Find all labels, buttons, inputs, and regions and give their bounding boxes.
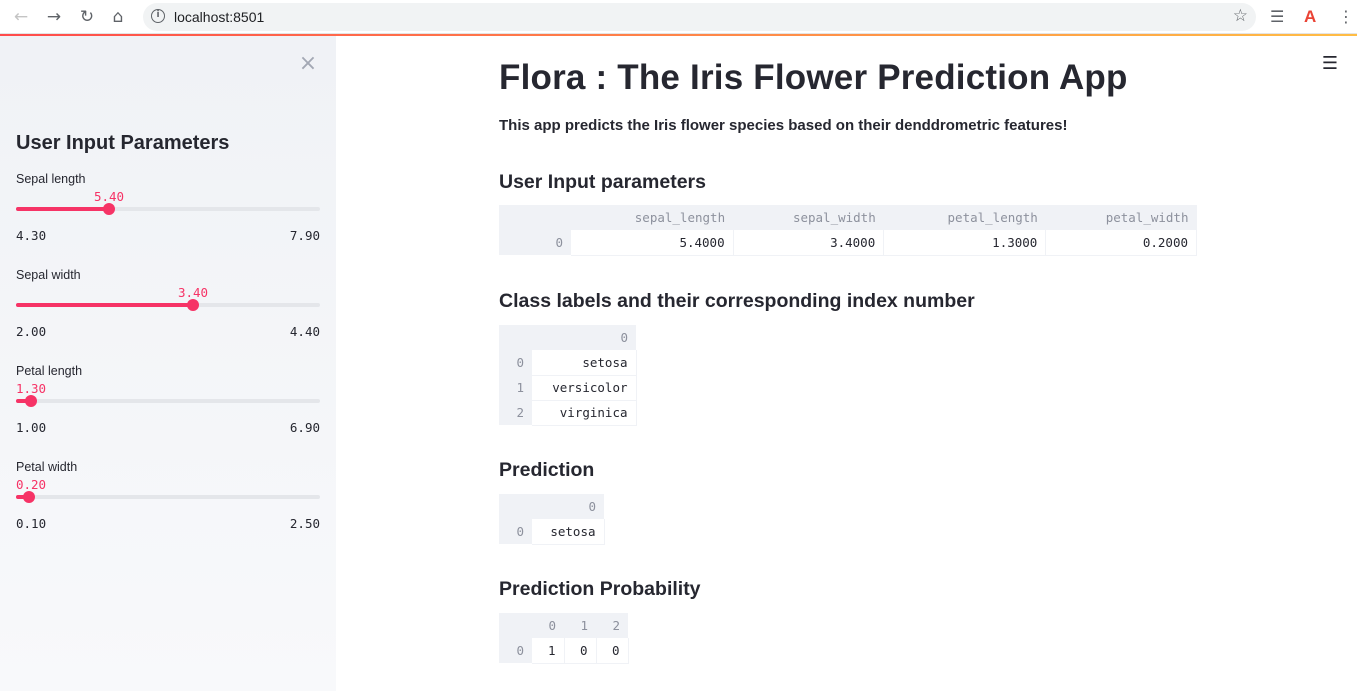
reload-icon[interactable]: ↻ <box>76 6 98 28</box>
table-corner <box>499 613 532 638</box>
table-cell: 3.4000 <box>733 230 885 256</box>
table-header-row: 0 <box>499 325 636 350</box>
table-header-row: 0 <box>499 494 604 519</box>
section-heading-input: User Input parameters <box>499 171 706 193</box>
slider-label: Petal width <box>16 460 78 474</box>
section-heading-prediction: Prediction <box>499 459 595 481</box>
table-cell: 0 <box>596 638 629 664</box>
slider-value: 0.20 <box>15 477 47 492</box>
home-icon[interactable]: ⌂ <box>107 6 129 28</box>
table-cell: 0.2000 <box>1045 230 1197 256</box>
prediction-dataframe: 0 0 setosa <box>499 494 605 545</box>
slider-sepal-width: Sepal width 3.40 2.00 4.40 <box>16 268 320 344</box>
slider-min: 0.10 <box>16 516 47 531</box>
page-title: Flora : The Iris Flower Prediction App <box>499 58 1128 97</box>
table-cell: setosa <box>532 350 637 376</box>
slider-max: 2.50 <box>289 516 320 531</box>
slider-max: 4.40 <box>289 324 320 339</box>
slider-petal-length: Petal length 1.30 1.00 6.90 <box>16 364 320 440</box>
arrow-left-icon[interactable]: ← <box>10 6 32 28</box>
column-header: 0 <box>532 325 636 350</box>
table-cell: 1 <box>532 638 565 664</box>
slider-max: 7.90 <box>289 228 320 243</box>
slider-sepal-length: Sepal length 5.40 4.30 7.90 <box>16 172 320 248</box>
hamburger-menu-icon[interactable]: ☰ <box>1320 54 1340 74</box>
slider-thumb[interactable] <box>103 203 115 215</box>
section-heading-probability: Prediction Probability <box>499 578 701 600</box>
browser-toolbar: ← → ↻ ⌂ i localhost:8501 ☆ ☰ A ⋮ <box>0 0 1357 34</box>
row-index: 0 <box>499 350 532 375</box>
menu-dots-icon[interactable]: ⋮ <box>1338 6 1354 28</box>
info-icon[interactable]: i <box>151 9 165 23</box>
table-row: 0 1 0 0 <box>499 638 629 664</box>
table-corner <box>499 325 532 350</box>
reading-list-icon[interactable]: ☰ <box>1270 6 1284 28</box>
slider-thumb[interactable] <box>187 299 199 311</box>
row-index: 0 <box>499 519 532 544</box>
table-cell: 0 <box>564 638 597 664</box>
intro-text: This app predicts the Iris flower specie… <box>499 117 1068 134</box>
row-index: 1 <box>499 375 532 400</box>
table-corner <box>499 494 532 519</box>
star-icon[interactable]: ☆ <box>1233 6 1248 26</box>
table-cell: versicolor <box>532 375 637 401</box>
slider-min: 4.30 <box>16 228 47 243</box>
sidebar: × User Input Parameters Sepal length 5.4… <box>0 36 336 691</box>
column-header: 1 <box>564 613 596 638</box>
slider-label: Petal length <box>16 364 83 378</box>
slider-petal-width: Petal width 0.20 0.10 2.50 <box>16 460 320 536</box>
slider-fill <box>16 303 193 307</box>
slider-track[interactable] <box>16 399 320 403</box>
url-text[interactable]: localhost:8501 <box>174 9 264 25</box>
arrow-right-icon[interactable]: → <box>43 6 65 28</box>
input-dataframe: sepal_length sepal_width petal_length pe… <box>499 205 1197 256</box>
column-header: 2 <box>596 613 628 638</box>
slider-track[interactable] <box>16 495 320 499</box>
column-header: 0 <box>532 494 604 519</box>
slider-thumb[interactable] <box>23 491 35 503</box>
slider-value: 3.40 <box>177 285 209 300</box>
slider-value: 1.30 <box>15 381 47 396</box>
classes-dataframe: 0 0 setosa 1 versicolor 2 virginica <box>499 325 637 426</box>
table-cell: setosa <box>532 519 605 545</box>
slider-fill <box>16 207 109 211</box>
column-header: sepal_width <box>733 205 884 230</box>
close-icon[interactable]: × <box>297 53 319 75</box>
table-row: 0 5.4000 3.4000 1.3000 0.2000 <box>499 230 1197 256</box>
probability-dataframe: 0 1 2 0 1 0 0 <box>499 613 629 664</box>
slider-label: Sepal length <box>16 172 86 186</box>
slider-min: 2.00 <box>16 324 47 339</box>
slider-label: Sepal width <box>16 268 81 282</box>
row-index: 0 <box>499 230 571 255</box>
slider-thumb[interactable] <box>25 395 37 407</box>
table-row: 0 setosa <box>499 519 605 545</box>
table-cell: 5.4000 <box>571 230 734 256</box>
extension-icon[interactable]: A <box>1304 6 1316 28</box>
slider-value: 5.40 <box>93 189 125 204</box>
slider-max: 6.90 <box>289 420 320 435</box>
row-index: 0 <box>499 638 532 663</box>
row-index: 2 <box>499 400 532 425</box>
table-row: 1 versicolor <box>499 375 637 401</box>
address-bar[interactable]: i localhost:8501 ☆ <box>143 3 1256 31</box>
table-row: 2 virginica <box>499 400 637 426</box>
column-header: petal_width <box>1045 205 1197 230</box>
sidebar-title: User Input Parameters <box>16 132 230 154</box>
column-header: petal_length <box>883 205 1046 230</box>
column-header: sepal_length <box>571 205 734 230</box>
table-corner <box>499 205 571 230</box>
table-cell: virginica <box>532 400 637 426</box>
table-row: 0 setosa <box>499 350 637 376</box>
column-header: 0 <box>532 613 564 638</box>
slider-min: 1.00 <box>16 420 47 435</box>
table-header-row: sepal_length sepal_width petal_length pe… <box>499 205 1197 230</box>
section-heading-classes: Class labels and their corresponding ind… <box>499 290 975 312</box>
table-cell: 1.3000 <box>883 230 1047 256</box>
table-header-row: 0 1 2 <box>499 613 628 638</box>
